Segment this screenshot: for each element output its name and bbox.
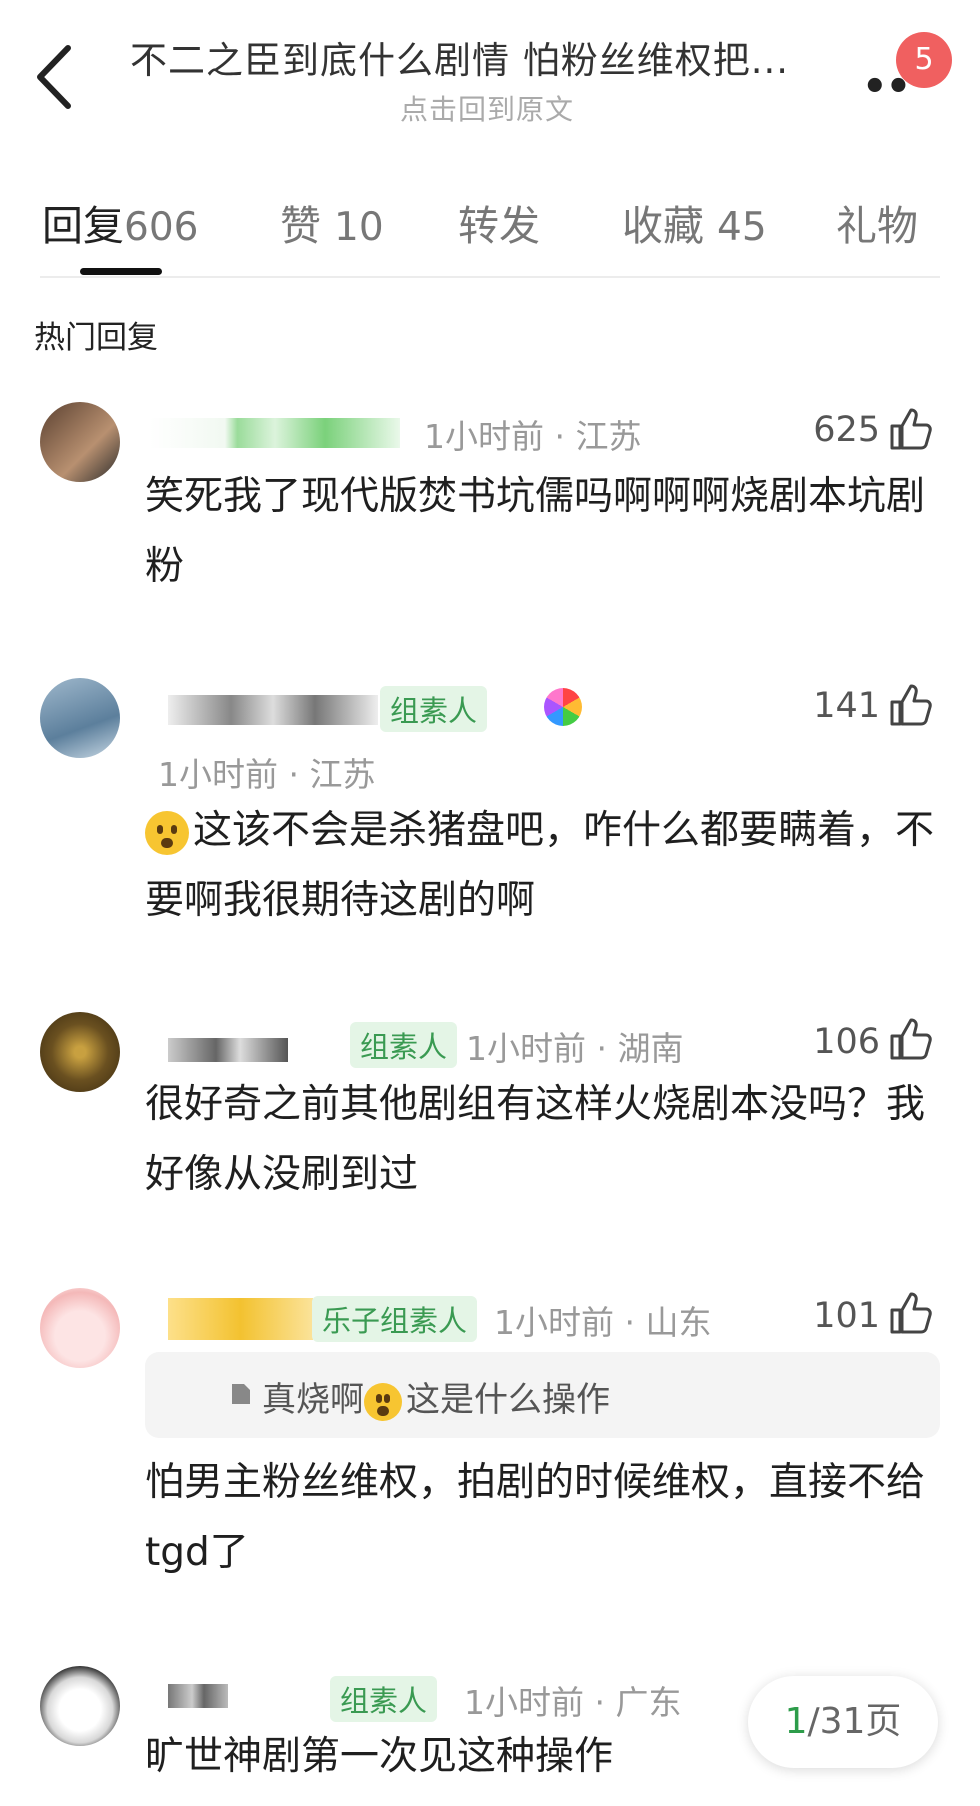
thumbs-up-icon[interactable]: [888, 406, 934, 452]
like-count: 101: [813, 1296, 880, 1336]
tab-favorites-count: 45: [717, 205, 767, 250]
comment-meta: 1小时前 · 江苏: [158, 755, 376, 794]
thumbs-up-icon[interactable]: [888, 1016, 934, 1062]
tab-reposts-label: 转发: [458, 202, 540, 250]
avatar[interactable]: [40, 1666, 120, 1746]
page-total: /31页: [807, 1701, 902, 1742]
section-title-hot-replies: 热门回复: [34, 320, 158, 356]
avatar[interactable]: [40, 402, 120, 482]
username-blurred[interactable]: [168, 1038, 288, 1062]
username-blurred[interactable]: [150, 418, 400, 448]
avatar[interactable]: [40, 1012, 120, 1092]
surprised-emoji-icon: [364, 1382, 402, 1421]
tab-likes[interactable]: 赞 10: [280, 192, 384, 252]
avatar[interactable]: [40, 678, 120, 758]
back-to-post-link[interactable]: 点击回到原文: [400, 88, 574, 128]
quoted-reply-text: 真烧啊 这是什么操作: [262, 1372, 610, 1421]
tab-replies-label: 回复: [42, 202, 124, 250]
comment-meta: 1小时前 · 广东: [464, 1683, 682, 1722]
like-count: 141: [813, 686, 880, 726]
fan-group-badge: 乐子组素人: [312, 1296, 478, 1342]
active-tab-indicator: [80, 268, 162, 275]
comment-text-content: 这该不会是杀猪盘吧，咋什么都要瞒着，不要啊我很期待这剧的啊: [145, 808, 935, 923]
fan-group-badge: 组素人: [330, 1676, 438, 1722]
tab-replies-count: 606: [124, 205, 199, 250]
tab-favorites[interactable]: 收藏 45: [622, 192, 767, 252]
quoted-text-b: 这是什么操作: [406, 1380, 610, 1420]
comment-text: 怕男主粉丝维权，拍剧的时候维权，直接不给tgd了: [145, 1460, 926, 1575]
notification-badge: 5: [896, 32, 952, 88]
fearful-emoji-icon: [145, 810, 189, 855]
post-title[interactable]: 不二之臣到底什么剧情 怕粉丝维权把...: [130, 30, 789, 84]
username-blurred[interactable]: [168, 1298, 313, 1340]
username-blurred[interactable]: [168, 695, 378, 725]
comment-meta: 1小时前 · 江苏: [424, 417, 642, 456]
tab-gifts[interactable]: 礼物: [836, 192, 918, 252]
quote-doc-icon: [232, 1384, 250, 1404]
comment-text: 笑死我了现代版焚书坑儒吗啊啊啊烧剧本坑剧粉: [145, 474, 926, 589]
comment-text: 很好奇之前其他剧组有这样火烧剧本没吗？我好像从没刷到过: [145, 1082, 926, 1197]
back-arrow-icon[interactable]: [30, 42, 80, 112]
tab-replies[interactable]: 回复606: [42, 192, 198, 252]
like-count: 625: [813, 410, 880, 450]
thumbs-up-icon[interactable]: [888, 1290, 934, 1336]
medal-icon: [544, 688, 582, 726]
page-indicator[interactable]: 1/31页: [748, 1676, 938, 1768]
quoted-text-a: 真烧啊: [262, 1380, 364, 1420]
avatar[interactable]: [40, 1288, 120, 1368]
tab-gifts-label: 礼物: [836, 202, 918, 250]
tab-divider: [40, 276, 940, 278]
tab-likes-label: 赞: [280, 202, 321, 250]
username-blurred[interactable]: [168, 1684, 228, 1708]
page-current: 1: [784, 1701, 808, 1742]
like-count: 106: [813, 1022, 880, 1062]
fan-group-badge: 组素人: [350, 1022, 458, 1068]
tab-favorites-label: 收藏: [622, 202, 704, 250]
tab-likes-count: 10: [334, 205, 384, 250]
comment-meta: 1小时前 · 湖南: [466, 1029, 684, 1068]
tab-reposts[interactable]: 转发: [458, 192, 540, 252]
comment-text: 这该不会是杀猪盘吧，咋什么都要瞒着，不要啊我很期待这剧的啊: [145, 796, 945, 936]
thumbs-up-icon[interactable]: [888, 682, 934, 728]
comment-meta: 1小时前 · 山东: [494, 1303, 712, 1342]
fan-group-badge: 组素人: [380, 686, 488, 732]
